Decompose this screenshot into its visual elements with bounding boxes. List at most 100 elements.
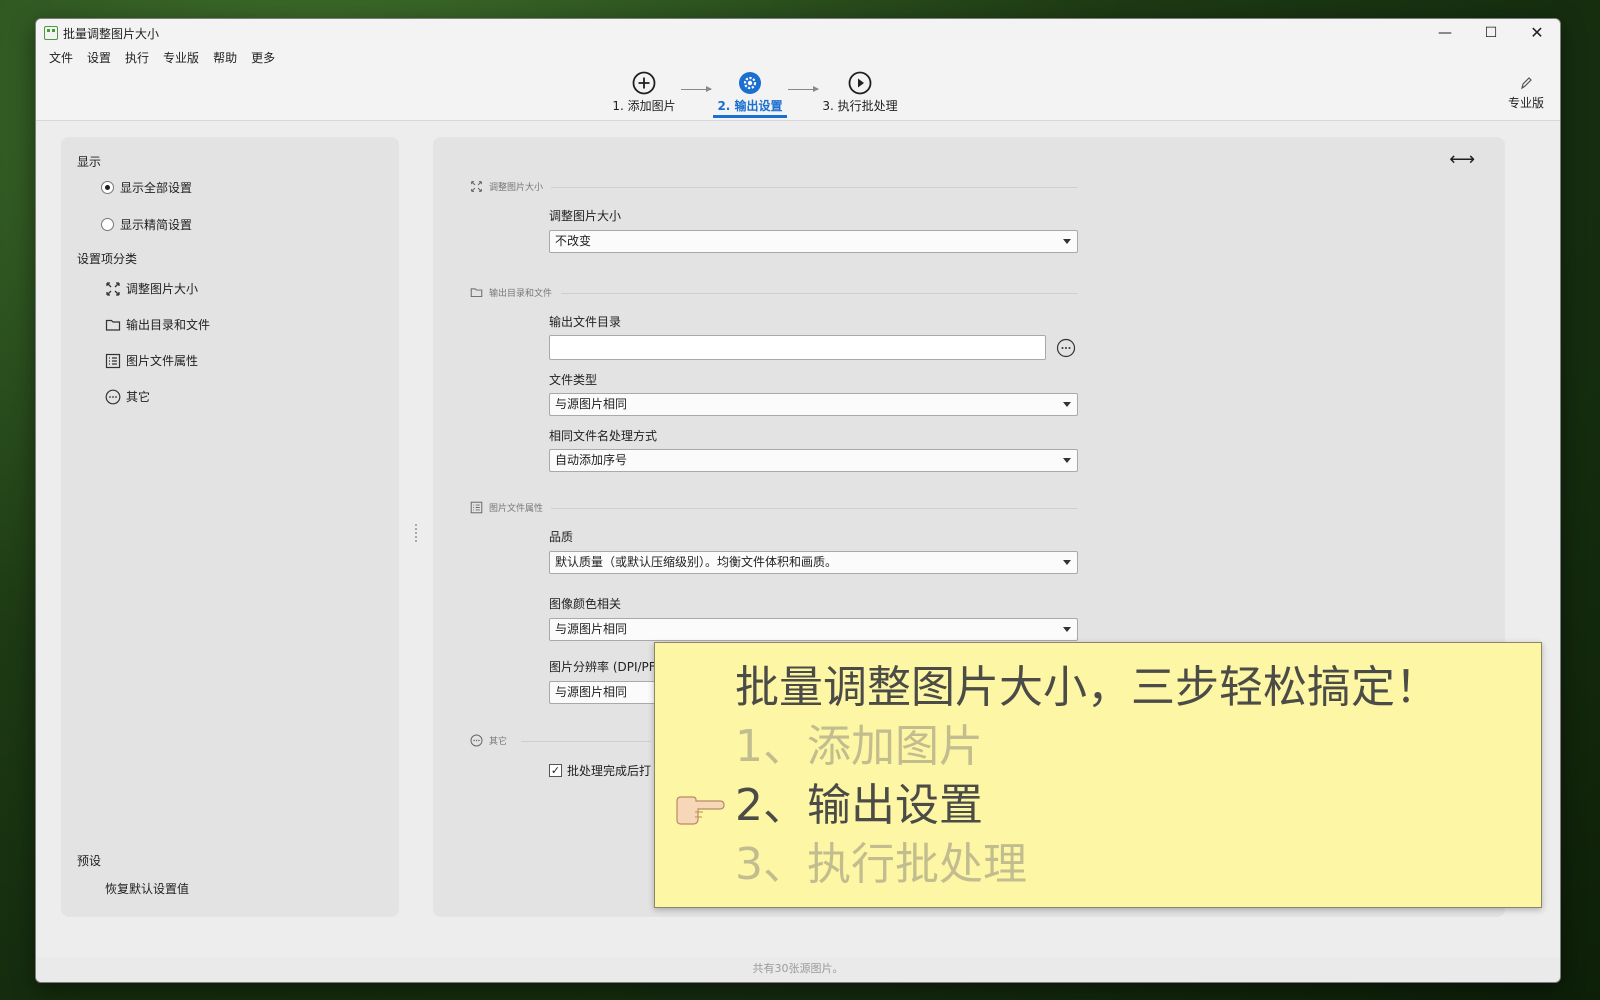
group-title: 调整图片大小 [489, 183, 544, 193]
sidebar-item-label: 图片文件属性 [126, 354, 199, 368]
radio-button[interactable] [101, 218, 114, 231]
menu-execute[interactable]: 执行 [118, 47, 156, 69]
step-output-settings[interactable]: 2. 输出设置 [713, 71, 787, 118]
group-title: 输出目录和文件 [489, 289, 553, 299]
menu-pro[interactable]: 专业版 [156, 47, 206, 69]
radio-show-all[interactable]: 显示全部设置 [101, 179, 192, 196]
open-after-checkbox-row[interactable]: ✓ 批处理完成后打 [549, 762, 651, 779]
quality-select[interactable]: 默认质量（或默认压缩级别）。均衡文件体积和画质。 [549, 551, 1078, 574]
folder-icon [470, 288, 483, 298]
minimize-button[interactable]: — [1422, 19, 1468, 47]
pointing-hand-icon [676, 796, 725, 825]
plus-circle-icon [632, 71, 656, 95]
preset-section-title: 预设 [77, 854, 102, 868]
restore-default-link[interactable]: 恢复默认设置值 [105, 880, 189, 897]
title-bar: 批量调整图片大小 — ☐ ✕ [36, 19, 1560, 47]
resize-select[interactable]: 不改变 [549, 230, 1078, 253]
radio-label: 显示精简设置 [120, 218, 193, 232]
group-header-output: 输出目录和文件 [470, 286, 552, 299]
overlay-step-3: 3、执行批处理 [735, 839, 1027, 890]
sidebar-item-output[interactable]: 输出目录和文件 [105, 316, 210, 333]
pro-button[interactable]: 专业版 [1506, 75, 1546, 111]
output-dir-input[interactable] [549, 335, 1046, 360]
group-header-resize: 调整图片大小 [470, 180, 543, 193]
steps-bar: 1. 添加图片 2. 输出设置 3. 执行批处理 专业版 [36, 69, 1560, 121]
select-value: 与源图片相同 [555, 622, 628, 636]
menu-more[interactable]: 更多 [244, 47, 282, 69]
overlay-step-1: 1、添加图片 [735, 721, 983, 772]
menu-help[interactable]: 帮助 [206, 47, 244, 69]
pen-icon [1521, 77, 1532, 90]
color-label: 图像颜色相关 [549, 597, 622, 611]
expand-width-icon[interactable]: ⟷ [1449, 149, 1475, 170]
sidebar-item-properties[interactable]: 图片文件属性 [105, 352, 198, 369]
group-title: 其它 [489, 737, 508, 747]
app-icon [44, 26, 58, 40]
overlay-title: 批量调整图片大小，三步轻松搞定！ [735, 662, 1439, 713]
group-header-properties: 图片文件属性 [470, 501, 543, 514]
step-label: 3. 执行批处理 [822, 99, 898, 113]
same-name-label: 相同文件名处理方式 [549, 429, 658, 443]
resize-icon [106, 281, 120, 296]
menu-settings[interactable]: 设置 [80, 47, 118, 69]
group-title: 图片文件属性 [489, 504, 544, 514]
settings-sidebar: 显示 显示全部设置 显示精简设置 设置项分类 调整图片大小 输出目录和文件 图片… [61, 137, 399, 917]
step-label: 2. 输出设置 [717, 99, 783, 113]
chevron-down-icon [1063, 239, 1071, 244]
more-circle-icon [470, 734, 483, 747]
list-icon [105, 353, 121, 368]
resize-icon [471, 181, 482, 192]
color-select[interactable]: 与源图片相同 [549, 618, 1078, 641]
quality-label: 品质 [549, 530, 574, 544]
step-run-batch[interactable]: 3. 执行批处理 [822, 71, 898, 114]
divider [561, 293, 1078, 294]
chevron-down-icon [1063, 402, 1071, 407]
select-value: 与源图片相同 [555, 685, 628, 699]
active-step-underline [713, 115, 787, 118]
same-name-select[interactable]: 自动添加序号 [549, 449, 1078, 472]
radio-button-selected[interactable] [101, 181, 114, 194]
select-value: 自动添加序号 [555, 453, 628, 467]
step-add-images[interactable]: 1. 添加图片 [609, 71, 679, 114]
maximize-button[interactable]: ☐ [1468, 19, 1514, 47]
select-value: 与源图片相同 [555, 397, 628, 411]
output-dir-label: 输出文件目录 [549, 315, 622, 329]
gear-circle-icon [739, 72, 761, 94]
overlay-step-2: 2、输出设置 [735, 780, 983, 831]
sidebar-item-label: 输出目录和文件 [126, 318, 211, 332]
display-section-title: 显示 [77, 155, 102, 169]
menu-bar: 文件 设置 执行 专业版 帮助 更多 [36, 47, 1560, 69]
step-arrow [788, 86, 819, 92]
resize-label: 调整图片大小 [549, 209, 622, 223]
chevron-down-icon [1063, 627, 1071, 632]
checkbox-checked[interactable]: ✓ [549, 764, 562, 777]
chevron-down-icon [1063, 458, 1071, 463]
more-circle-icon [105, 389, 121, 404]
close-button[interactable]: ✕ [1514, 19, 1560, 47]
sidebar-item-label: 其它 [126, 390, 151, 404]
select-value: 不改变 [555, 234, 592, 248]
divider [521, 741, 651, 742]
sidebar-item-resize[interactable]: 调整图片大小 [105, 280, 198, 297]
file-type-select[interactable]: 与源图片相同 [549, 393, 1078, 416]
chevron-down-icon [1063, 560, 1071, 565]
sidebar-item-other[interactable]: 其它 [105, 388, 150, 405]
radio-show-simple[interactable]: 显示精简设置 [101, 216, 192, 233]
category-section-title: 设置项分类 [77, 252, 138, 266]
radio-label: 显示全部设置 [120, 181, 193, 195]
status-bar: 共有30张源图片。 [36, 958, 1560, 982]
sidebar-item-label: 调整图片大小 [126, 282, 199, 296]
folder-icon [105, 319, 121, 331]
panel-splitter[interactable] [415, 524, 417, 542]
divider [551, 187, 1078, 188]
file-type-label: 文件类型 [549, 373, 598, 387]
group-header-other: 其它 [470, 734, 507, 747]
browse-more-icon[interactable] [1056, 338, 1076, 358]
divider [551, 508, 1078, 509]
status-text: 共有30张源图片。 [752, 962, 844, 975]
window-title: 批量调整图片大小 [63, 27, 160, 41]
checkbox-label: 批处理完成后打 [567, 764, 652, 778]
menu-file[interactable]: 文件 [42, 47, 80, 69]
play-circle-icon [848, 71, 872, 95]
tutorial-overlay: 批量调整图片大小，三步轻松搞定！ 1、添加图片 2、输出设置 3、执行批处理 [654, 642, 1542, 908]
